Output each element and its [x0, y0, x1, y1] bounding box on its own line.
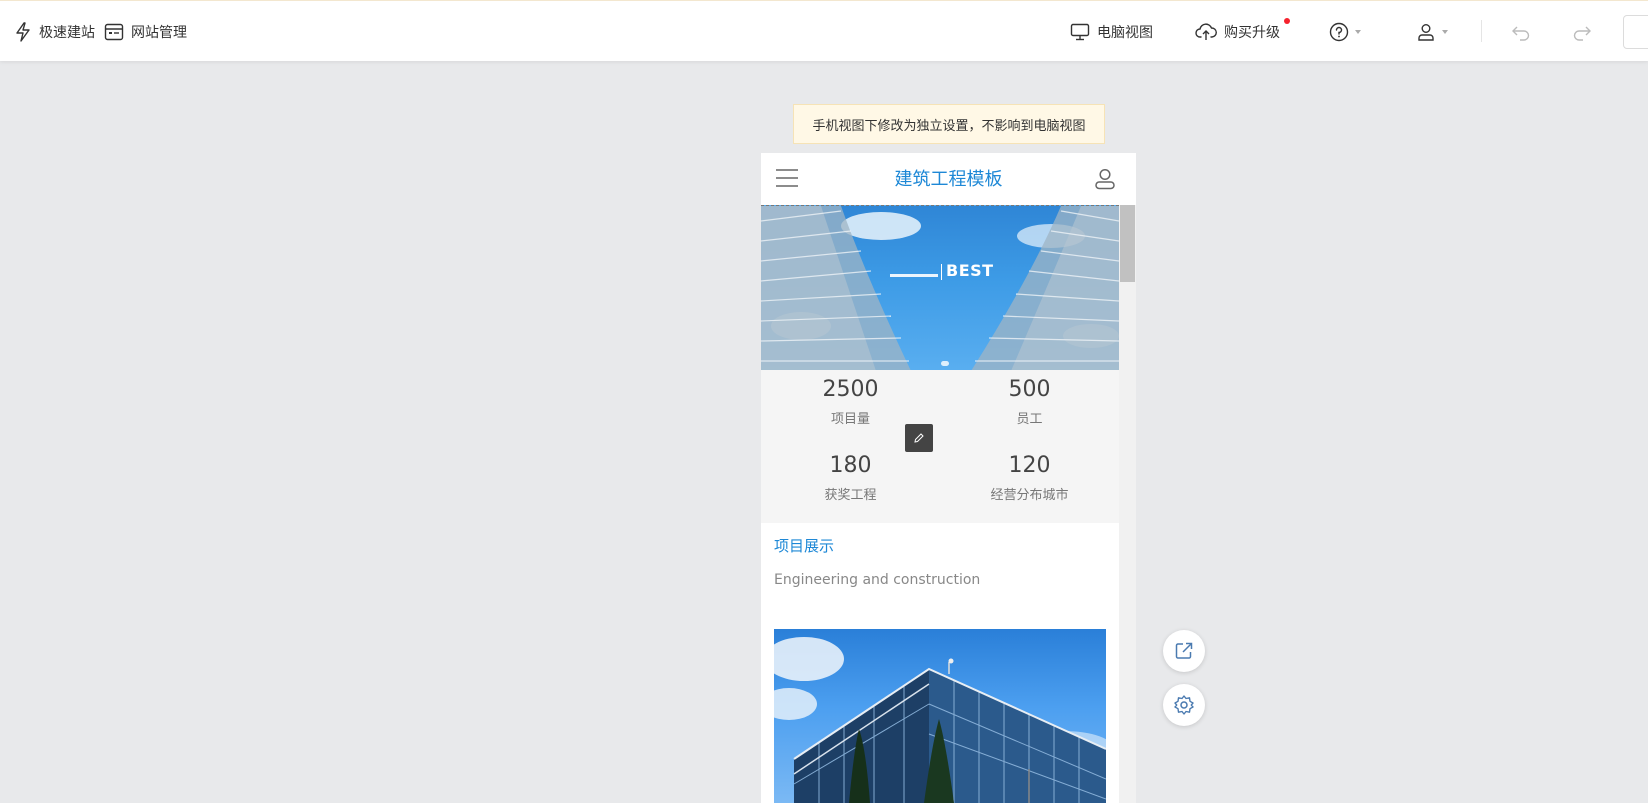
quick-build-button[interactable]: 极速建站	[14, 21, 95, 43]
lightning-icon	[16, 22, 30, 42]
banner-divider	[941, 264, 942, 280]
stat-label: 获奖工程	[824, 488, 877, 503]
pen-icon	[914, 433, 924, 443]
site-manage-icon	[104, 23, 124, 41]
top-toolbar: 极速建站 网站管理 电脑视图 购买升级	[0, 0, 1648, 61]
chevron-down-icon	[1355, 30, 1361, 34]
scrollbar-track[interactable]	[1119, 205, 1136, 803]
redo-button[interactable]	[1572, 21, 1592, 43]
undo-icon	[1512, 26, 1530, 41]
stat-value: 180	[829, 453, 872, 478]
help-icon	[1329, 22, 1349, 42]
account-dropdown[interactable]	[1416, 21, 1448, 43]
site-manage-button[interactable]: 网站管理	[104, 21, 187, 43]
stat-label: 员工	[1016, 412, 1043, 427]
mobile-preview[interactable]: 建筑工程模板 BEST 2500 项目量 500 员工 180 获奖工程 120…	[761, 153, 1136, 803]
banner-heading: BEST	[946, 261, 994, 280]
stats-section[interactable]: 2500 项目量 500 员工 180 获奖工程 120 经营分布城市	[761, 370, 1119, 523]
upgrade-label: 购买升级	[1224, 25, 1280, 41]
building-facade-graphic	[761, 206, 1119, 370]
stat-value: 500	[1008, 377, 1051, 402]
share-button[interactable]	[1163, 630, 1205, 672]
help-dropdown[interactable]	[1329, 21, 1361, 43]
site-manage-label: 网站管理	[131, 25, 187, 41]
site-title[interactable]: 建筑工程模板	[761, 165, 1136, 191]
user-icon	[1418, 24, 1434, 41]
stat-value: 2500	[822, 377, 879, 402]
toolbar-divider	[1481, 20, 1482, 42]
project-image[interactable]	[774, 629, 1106, 803]
redo-icon	[1573, 26, 1591, 41]
glass-building-graphic	[774, 637, 1106, 803]
share-icon	[1175, 642, 1193, 659]
pc-view-label: 电脑视图	[1097, 25, 1153, 41]
notification-dot	[1284, 18, 1290, 24]
stat-value: 120	[1008, 453, 1051, 478]
banner-image[interactable]: BEST	[761, 205, 1119, 370]
quick-build-label: 极速建站	[39, 25, 95, 41]
stat-item: 2500 项目量	[761, 376, 940, 430]
monitor-icon	[1070, 23, 1090, 41]
cloud-upload-icon	[1195, 23, 1217, 40]
scrollbar-thumb[interactable]	[1120, 205, 1135, 282]
edit-module-button[interactable]	[905, 424, 933, 452]
banner-tagline-graphic	[890, 274, 938, 277]
pc-view-button[interactable]: 电脑视图	[1070, 21, 1153, 43]
undo-button[interactable]	[1511, 21, 1531, 43]
stat-item: 500 员工	[940, 376, 1119, 430]
stat-label: 经营分布城市	[990, 488, 1069, 503]
settings-button[interactable]	[1163, 684, 1205, 726]
publish-button[interactable]	[1623, 15, 1648, 49]
stat-item: 120 经营分布城市	[940, 452, 1119, 506]
carousel-indicator[interactable]	[941, 361, 949, 366]
mobile-header: 建筑工程模板	[761, 153, 1136, 205]
mobile-view-notice: 手机视图下修改为独立设置，不影响到电脑视图	[793, 104, 1105, 144]
upgrade-button[interactable]: 购买升级	[1195, 21, 1280, 43]
stat-item: 180 获奖工程	[761, 452, 940, 506]
section-subtitle: Engineering and construction	[774, 572, 981, 588]
section-title[interactable]: 项目展示	[774, 535, 834, 556]
gear-icon	[1174, 695, 1194, 715]
chevron-down-icon	[1442, 30, 1448, 34]
member-icon[interactable]	[1094, 168, 1116, 190]
